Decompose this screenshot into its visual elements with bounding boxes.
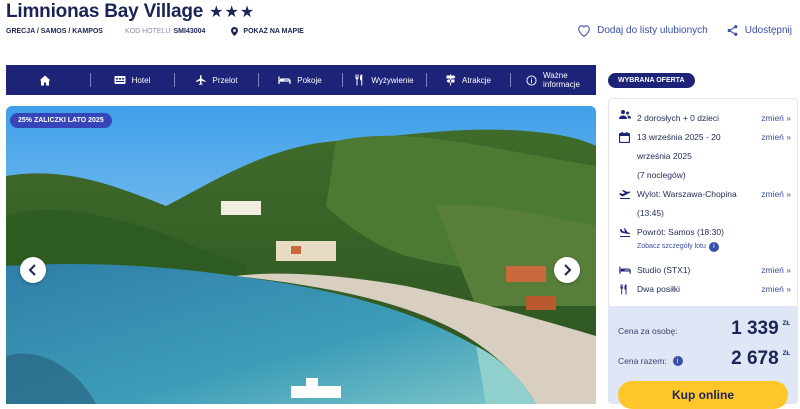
- offer-departure: Wylot: Warszawa-Chopina: [637, 189, 737, 199]
- flight-details-link[interactable]: Zobacz szczegóły lotu i: [637, 242, 791, 252]
- home-icon: [39, 75, 51, 85]
- change-room-link[interactable]: zmień »: [755, 261, 791, 280]
- cutlery-icon: [620, 284, 627, 295]
- price-per-person-row: Cena za osobę: 1 339 ZŁ: [618, 318, 790, 340]
- show-map-link[interactable]: POKAŻ NA MAPIE: [231, 26, 304, 36]
- price-total-row: Cena razem: i 2 678 ZŁ: [618, 348, 790, 370]
- info-icon: [526, 74, 537, 86]
- offer-room-row: Studio (STX1) zmień »: [619, 261, 791, 280]
- nav-home[interactable]: [6, 65, 90, 95]
- gallery-prev-button[interactable]: [20, 257, 46, 283]
- offer-dates-row: 13 września 2025 - 20 września 2025 (7 noc…: [618, 128, 791, 185]
- info-icon: i: [708, 242, 719, 252]
- nav-flight[interactable]: Przelot: [174, 65, 258, 95]
- price-summary: Cena za osobę: 1 339 ZŁ Cena razem: i 2 6…: [608, 306, 798, 409]
- hotel-code-label: KOD HOTELU: [124, 27, 171, 35]
- people-icon: [619, 110, 631, 119]
- offer-room: Studio (STX1): [637, 265, 691, 275]
- offer-guests: 2 dorosłych + 0 dzieci: [637, 113, 719, 123]
- arrival-icon: [619, 228, 630, 237]
- change-board-link[interactable]: zmień »: [755, 280, 791, 299]
- nav-attractions[interactable]: Atrakcje: [426, 65, 510, 95]
- hotel-name: Limnionas Bay Village: [6, 1, 204, 22]
- top-actions: Dodaj do listy ulubionych Udostępnij: [559, 24, 792, 37]
- offer-nights: (7 noclegów): [637, 170, 686, 180]
- hotel-title-row: Limnionas Bay Village ★★★: [6, 0, 255, 24]
- change-departure-link[interactable]: zmień »: [755, 185, 791, 223]
- share-button[interactable]: Udostępnij: [726, 24, 792, 37]
- bed-icon: [278, 76, 291, 84]
- hotel-nav-bar: Hotel Przelot Pokoje Wyżywienie Atrakcje…: [6, 65, 596, 95]
- signpost-icon: [446, 74, 456, 86]
- offer-return-row: Powrót: Samos (18:30) Zobacz szczegóły l…: [619, 223, 791, 252]
- hotel-icon: [114, 76, 126, 84]
- gallery-next-button[interactable]: [554, 257, 580, 283]
- change-guests-link[interactable]: zmień »: [755, 109, 791, 128]
- promo-badge: 25% ZALICZKI LATO 2025: [10, 113, 112, 128]
- offer-departure-time: (13:45): [637, 208, 664, 218]
- favorites-label: Dodaj do listy ulubionych: [597, 25, 708, 36]
- show-map-label: POKAŻ NA MAPIE: [243, 27, 304, 35]
- cutlery-icon: [355, 74, 363, 86]
- offer-guests-row: 2 dorosłych + 0 dzieci zmień »: [619, 109, 791, 128]
- chevron-left-icon: [28, 264, 36, 276]
- offer-departure-row: Wylot: Warszawa-Chopina (13:45) zmień »: [619, 185, 791, 223]
- nav-important-info-label: Ważne informacje: [543, 71, 580, 89]
- nav-rooms[interactable]: Pokoje: [258, 65, 342, 95]
- offer-dates-line1: 13 września 2025 - 20: [637, 132, 721, 142]
- hotel-meta: GRECJA / SAMOS / KAMPOS KOD HOTELU SMI43…: [6, 24, 304, 38]
- change-dates-link[interactable]: zmień »: [755, 128, 791, 185]
- nav-attractions-label: Atrakcje: [462, 75, 491, 85]
- price-per-person-label: Cena za osobę:: [618, 326, 678, 336]
- info-icon[interactable]: i: [672, 356, 683, 366]
- departure-icon: [619, 190, 631, 199]
- offer-dates-line2: września 2025: [637, 151, 692, 161]
- hotel-photo-gallery[interactable]: 25% ZALICZKI LATO 2025: [6, 106, 596, 404]
- nav-hotel-label: Hotel: [131, 75, 151, 85]
- nav-hotel[interactable]: Hotel: [90, 65, 174, 95]
- nav-flight-label: Przelot: [212, 75, 238, 85]
- map-pin-icon: [231, 26, 239, 36]
- selected-offer-panel: WYBRANA OFERTA 2 dorosłych + 0 dzieci zm…: [608, 64, 798, 409]
- price-total-label: Cena razem:: [618, 356, 667, 366]
- offer-return: Powrót: Samos (18:30): [637, 227, 724, 237]
- plane-icon: [195, 75, 206, 85]
- nav-rooms-label: Pokoje: [297, 75, 322, 85]
- offer-board-row: Dwa posiłki zmień »: [619, 280, 791, 299]
- nav-important-info[interactable]: Ważne informacje: [510, 65, 596, 95]
- share-icon: [727, 25, 738, 36]
- offer-board: Dwa posiłki: [637, 284, 680, 294]
- beach-photo: [6, 106, 596, 404]
- heart-icon: [578, 25, 590, 37]
- star-rating: ★★★: [209, 4, 256, 21]
- calendar-icon: [618, 132, 631, 144]
- nav-board-label: Wyżywienie: [371, 75, 414, 85]
- price-total: 2 678: [731, 348, 779, 369]
- hotel-code: SMI43004: [173, 27, 206, 35]
- chevron-right-icon: [564, 264, 572, 276]
- selected-offer-badge: WYBRANA OFERTA: [608, 73, 695, 88]
- currency-label: ZŁ: [782, 321, 790, 327]
- breadcrumb[interactable]: GRECJA / SAMOS / KAMPOS: [6, 28, 103, 35]
- nav-board[interactable]: Wyżywienie: [342, 65, 426, 95]
- bed-icon: [619, 266, 631, 274]
- buy-online-button[interactable]: Kup online: [618, 381, 788, 409]
- share-label: Udostępnij: [744, 25, 792, 36]
- currency-label: ZŁ: [782, 351, 790, 357]
- price-per-person: 1 339: [731, 318, 779, 339]
- add-to-favorites-button[interactable]: Dodaj do listy ulubionych: [577, 24, 708, 37]
